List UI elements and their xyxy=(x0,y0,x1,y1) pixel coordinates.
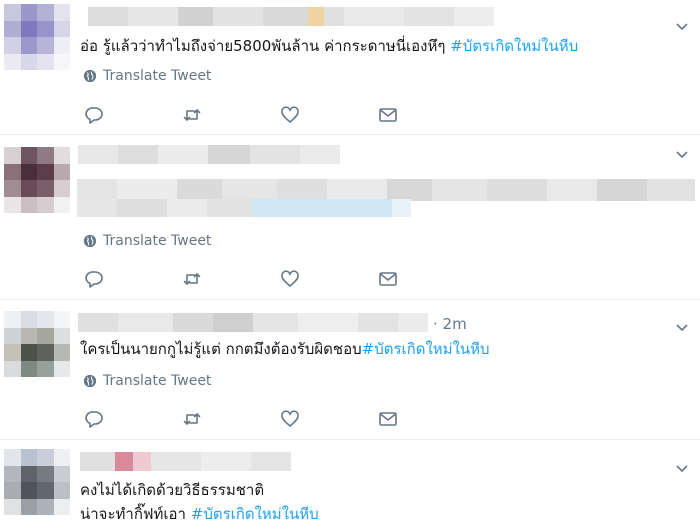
globe-icon xyxy=(83,69,97,83)
avatar[interactable] xyxy=(4,147,70,213)
retweet-icon[interactable] xyxy=(182,269,202,289)
envelope-icon[interactable] xyxy=(378,409,398,429)
avatar[interactable] xyxy=(4,4,70,70)
tweet[interactable]: คงไม่ได้เกิดด้วยวิธีธรรมชาติ น่าจะทำกิ๊ฟ… xyxy=(0,441,700,531)
globe-icon xyxy=(83,374,97,388)
envelope-icon[interactable] xyxy=(378,105,398,125)
tweet-text: ใครเป็นนายกกูไม่รู้แต่ กกตมึงต้องรับผิดช… xyxy=(80,340,490,358)
avatar[interactable] xyxy=(4,311,70,377)
translate-tweet-link[interactable]: Translate Tweet xyxy=(83,233,211,249)
author-name-blurred[interactable] xyxy=(80,452,291,471)
hashtag-link[interactable]: #บัตรเกิดใหม่ในหีบ xyxy=(450,37,578,55)
tweet-text: อ่อ รู้แล้วว่าทำไมถึงจ่าย5800พันล้าน ค่า… xyxy=(80,37,579,55)
retweet-icon[interactable] xyxy=(182,409,202,429)
chevron-down-icon[interactable] xyxy=(674,146,690,162)
heart-icon[interactable] xyxy=(280,105,300,125)
tweet-text-blurred xyxy=(77,199,411,217)
hashtag-link[interactable]: #บัตรเกิดใหม่ในหีบ xyxy=(191,505,319,523)
reply-icon[interactable] xyxy=(84,269,104,289)
tweet-timestamp[interactable]: · 2m xyxy=(433,315,467,333)
chevron-down-icon[interactable] xyxy=(674,18,690,34)
retweet-icon[interactable] xyxy=(182,105,202,125)
tweet-text-blurred xyxy=(77,179,695,201)
translate-tweet-link[interactable]: Translate Tweet xyxy=(83,68,211,84)
chevron-down-icon[interactable] xyxy=(674,319,690,335)
tweet[interactable]: Translate Tweet xyxy=(0,136,700,300)
tweet-text-line: น่าจะทำกิ๊ฟท์เอา #บัตรเกิดใหม่ในหีบ xyxy=(80,505,319,523)
envelope-icon[interactable] xyxy=(378,269,398,289)
avatar[interactable] xyxy=(4,449,70,515)
globe-icon xyxy=(83,234,97,248)
reply-icon[interactable] xyxy=(84,409,104,429)
tweet-text-line: คงไม่ได้เกิดด้วยวิธีธรรมชาติ xyxy=(80,481,265,499)
author-name-blurred[interactable] xyxy=(88,7,494,26)
author-name-blurred[interactable] xyxy=(78,145,340,164)
heart-icon[interactable] xyxy=(280,269,300,289)
tweet[interactable]: · 2m ใครเป็นนายกกูไม่รู้แต่ กกตมึงต้องรั… xyxy=(0,301,700,440)
heart-icon[interactable] xyxy=(280,409,300,429)
author-name-blurred[interactable] xyxy=(78,313,428,332)
chevron-down-icon[interactable] xyxy=(674,460,690,476)
translate-tweet-link[interactable]: Translate Tweet xyxy=(83,373,211,389)
reply-icon[interactable] xyxy=(84,105,104,125)
tweet[interactable]: อ่อ รู้แล้วว่าทำไมถึงจ่าย5800พันล้าน ค่า… xyxy=(0,0,700,135)
hashtag-link[interactable]: #บัตรเกิดใหม่ในหีบ xyxy=(362,340,490,358)
